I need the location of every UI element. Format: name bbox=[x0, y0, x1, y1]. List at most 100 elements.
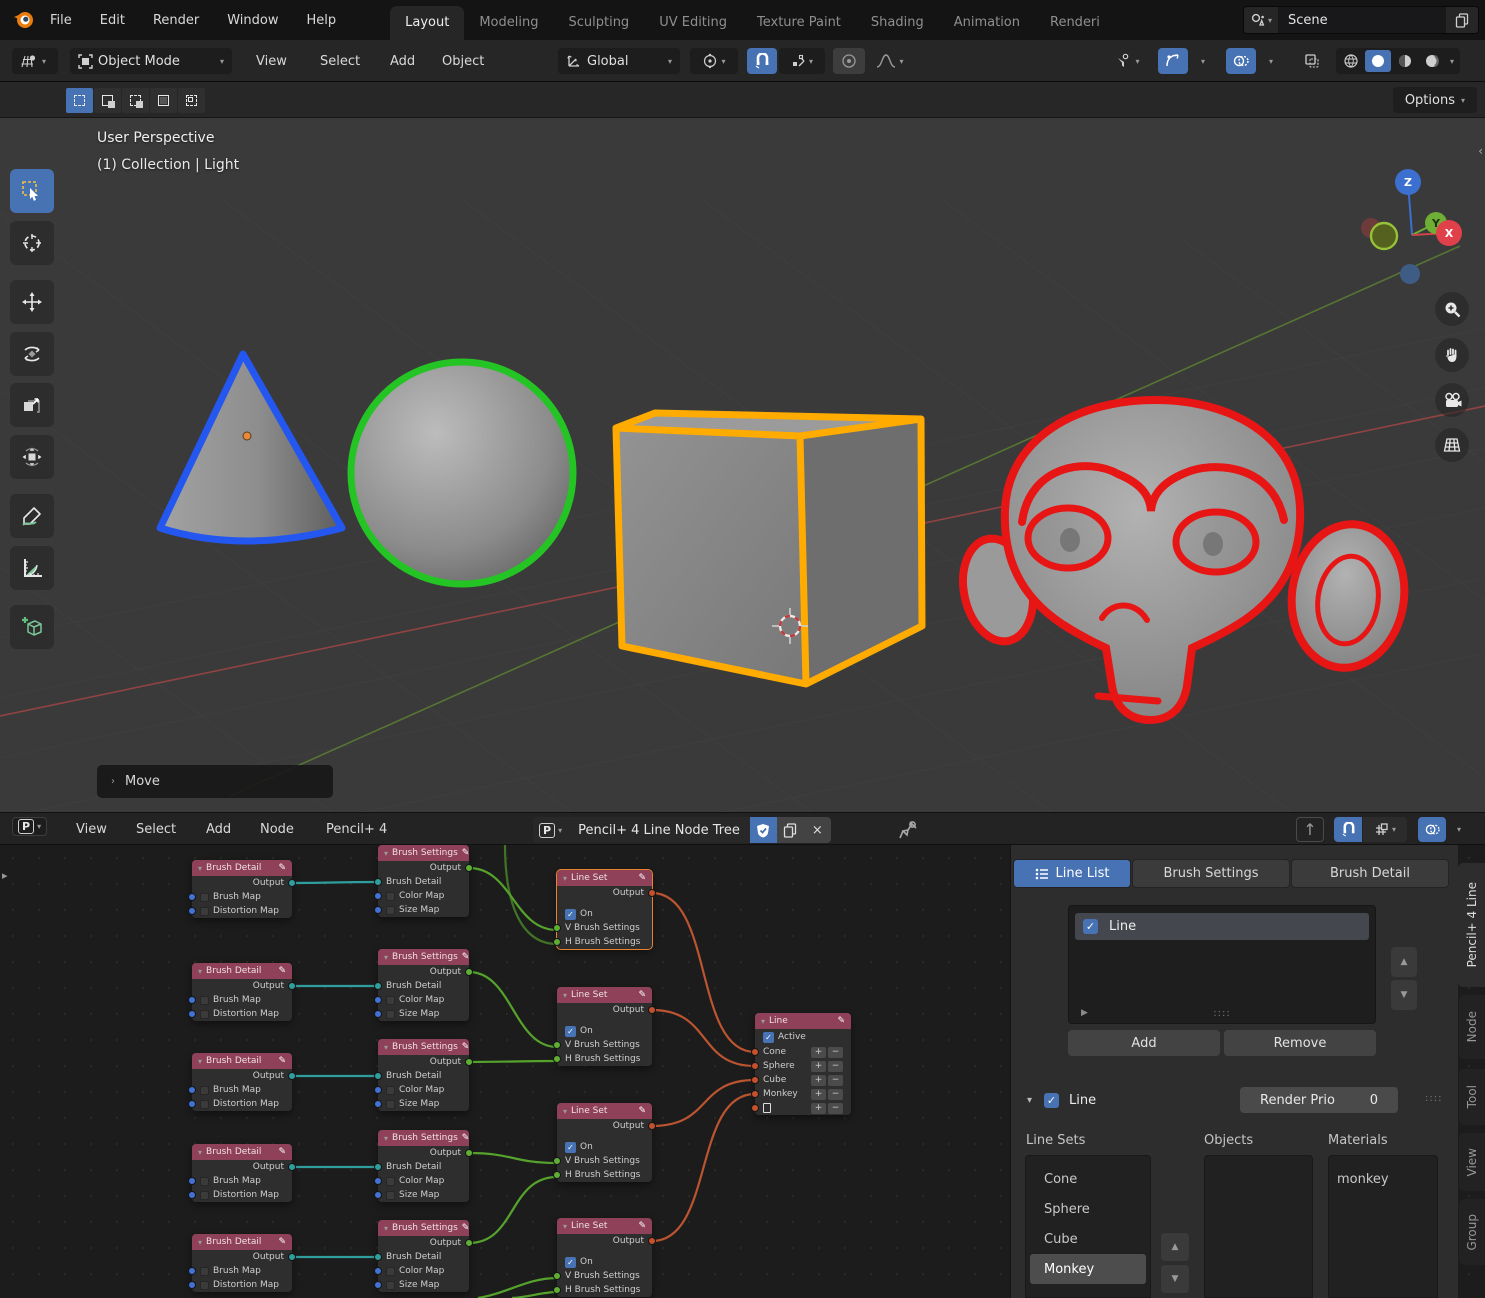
input-socket[interactable] bbox=[374, 996, 382, 1004]
output-socket[interactable] bbox=[648, 1006, 656, 1014]
input-socket[interactable] bbox=[374, 1253, 382, 1261]
pencil-icon[interactable]: ✎ bbox=[278, 1237, 286, 1247]
select-invert-button[interactable] bbox=[150, 88, 177, 113]
on-checkbox[interactable]: ✓ bbox=[565, 1026, 576, 1037]
input-socket[interactable] bbox=[188, 1267, 196, 1275]
input-socket[interactable] bbox=[188, 1086, 196, 1094]
node-brush-settings[interactable]: ▾Brush Settings✎ Output Brush Detail Col… bbox=[378, 1039, 469, 1111]
line-set-item[interactable]: Cone bbox=[1026, 1164, 1150, 1194]
output-socket[interactable] bbox=[465, 1239, 473, 1247]
camera-view-button[interactable] bbox=[1435, 383, 1469, 417]
add-button[interactable]: Add bbox=[1068, 1030, 1220, 1056]
input-socket[interactable] bbox=[374, 906, 382, 914]
line-enabled-checkbox[interactable]: ✓ bbox=[1083, 919, 1098, 934]
output-socket[interactable] bbox=[648, 1122, 656, 1130]
map-checkbox[interactable] bbox=[386, 1191, 395, 1200]
move-item-down-button[interactable]: ▼ bbox=[1391, 980, 1417, 1010]
pencil-icon[interactable]: ✎ bbox=[462, 1223, 470, 1233]
tab-uv-editing[interactable]: UV Editing bbox=[644, 6, 742, 40]
node-line-set[interactable]: ▾Line Set✎ Output ✓On V Brush Settings H… bbox=[557, 987, 652, 1066]
node-brush-detail[interactable]: ▾Brush Detail✎ Output Brush Map Distorti… bbox=[192, 1234, 292, 1292]
collapse-icon[interactable]: ▾ bbox=[384, 953, 388, 962]
map-checkbox[interactable] bbox=[386, 1100, 395, 1109]
tool-measure[interactable] bbox=[10, 546, 54, 590]
pencil-icon[interactable]: ✎ bbox=[278, 863, 286, 873]
input-socket[interactable] bbox=[374, 1177, 382, 1185]
input-socket[interactable] bbox=[374, 1191, 382, 1199]
on-checkbox[interactable]: ✓ bbox=[565, 1257, 576, 1268]
map-checkbox[interactable] bbox=[386, 1010, 395, 1019]
map-checkbox[interactable] bbox=[200, 996, 209, 1005]
input-socket[interactable] bbox=[553, 1041, 561, 1049]
on-checkbox[interactable]: ✓ bbox=[565, 909, 576, 920]
go-to-parent-button[interactable]: ↑ bbox=[1296, 817, 1324, 842]
collapse-icon[interactable]: ▾ bbox=[563, 1107, 567, 1116]
remove-slot-button[interactable]: − bbox=[828, 1075, 843, 1086]
render-priority-field[interactable]: Render Prio 0 bbox=[1240, 1087, 1398, 1113]
map-checkbox[interactable] bbox=[200, 1191, 209, 1200]
map-checkbox[interactable] bbox=[200, 893, 209, 902]
menu-edit[interactable]: Edit bbox=[86, 0, 139, 40]
collapse-icon[interactable]: ▾ bbox=[563, 874, 567, 883]
map-checkbox[interactable] bbox=[200, 1281, 209, 1290]
tool-rotate[interactable] bbox=[10, 332, 54, 376]
pencil-icon[interactable]: ✎ bbox=[638, 873, 646, 883]
scene-name-field[interactable]: Scene bbox=[1278, 7, 1446, 33]
tab-texture-paint[interactable]: Texture Paint bbox=[742, 6, 856, 40]
menu-window[interactable]: Window bbox=[213, 0, 292, 40]
node-line[interactable]: ▾Line✎ ✓Active Cone+− Sphere+− Cube+− Mo… bbox=[755, 1013, 851, 1115]
menu-object[interactable]: Object bbox=[430, 40, 496, 82]
node-line-set[interactable]: ▾Line Set✎ Output ✓On V Brush Settings H… bbox=[557, 1218, 652, 1297]
collapse-icon[interactable]: ▾ bbox=[761, 1017, 765, 1026]
remove-slot-button[interactable]: − bbox=[828, 1047, 843, 1058]
input-socket[interactable] bbox=[374, 982, 382, 990]
input-socket[interactable] bbox=[553, 1171, 561, 1179]
unlink-button[interactable]: × bbox=[804, 817, 831, 843]
tree-name[interactable]: Pencil+ 4 Line Node Tree bbox=[568, 817, 750, 843]
region-tab-group[interactable]: Group bbox=[1459, 1199, 1485, 1265]
tab-brush-detail[interactable]: Brush Detail bbox=[1291, 859, 1449, 888]
input-socket[interactable] bbox=[188, 907, 196, 915]
pin-icon[interactable] bbox=[898, 820, 918, 840]
map-checkbox[interactable] bbox=[386, 906, 395, 915]
tab-modeling[interactable]: Modeling bbox=[464, 6, 553, 40]
tool-transform[interactable] bbox=[10, 435, 54, 479]
pencil-icon[interactable]: ✎ bbox=[462, 952, 470, 962]
sphere-object[interactable] bbox=[351, 362, 573, 584]
map-checkbox[interactable] bbox=[200, 1010, 209, 1019]
overlays-dropdown[interactable]: ▾ bbox=[1258, 48, 1284, 74]
node-canvas[interactable]: ▸ bbox=[0, 845, 1485, 1298]
pencil-icon[interactable]: ✎ bbox=[278, 966, 286, 976]
input-socket[interactable] bbox=[553, 924, 561, 932]
input-socket[interactable] bbox=[188, 1281, 196, 1289]
map-checkbox[interactable] bbox=[386, 892, 395, 901]
object-visibility-dropdown[interactable]: ▾ bbox=[1106, 48, 1150, 74]
output-socket[interactable] bbox=[465, 1149, 473, 1157]
map-checkbox[interactable] bbox=[386, 1177, 395, 1186]
zoom-button[interactable] bbox=[1435, 292, 1469, 326]
menu-file[interactable]: File bbox=[36, 0, 86, 40]
axis-neg-y[interactable] bbox=[1371, 223, 1397, 249]
output-socket[interactable] bbox=[288, 879, 296, 887]
input-socket[interactable] bbox=[553, 1272, 561, 1280]
proportional-editing-toggle[interactable] bbox=[833, 48, 865, 74]
new-scene-button[interactable] bbox=[1446, 7, 1478, 33]
input-socket[interactable] bbox=[751, 1090, 759, 1098]
mode-dropdown[interactable]: Object Mode ▾ bbox=[70, 48, 232, 74]
map-checkbox[interactable] bbox=[200, 1086, 209, 1095]
cube-object[interactable] bbox=[616, 413, 922, 684]
output-socket[interactable] bbox=[648, 889, 656, 897]
snap-target-dropdown[interactable]: ▾ bbox=[779, 48, 825, 74]
input-socket[interactable] bbox=[188, 1100, 196, 1108]
transform-orientation-dropdown[interactable]: Global ▾ bbox=[558, 48, 680, 74]
input-socket[interactable] bbox=[751, 1062, 759, 1070]
collapse-icon[interactable]: ▾ bbox=[198, 1238, 202, 1247]
tool-annotate[interactable] bbox=[10, 494, 54, 538]
tab-rendering[interactable]: Renderi bbox=[1035, 6, 1115, 40]
node-overlays-toggle[interactable] bbox=[1418, 817, 1446, 842]
tab-shading[interactable]: Shading bbox=[856, 6, 939, 40]
node-brush-detail[interactable]: ▾Brush Detail✎ Output Brush Map Distorti… bbox=[192, 963, 292, 1021]
line-set-item[interactable]: Sphere bbox=[1026, 1194, 1150, 1224]
proportional-falloff-dropdown[interactable]: ▾ bbox=[867, 48, 913, 74]
fake-user-button[interactable] bbox=[750, 817, 777, 843]
